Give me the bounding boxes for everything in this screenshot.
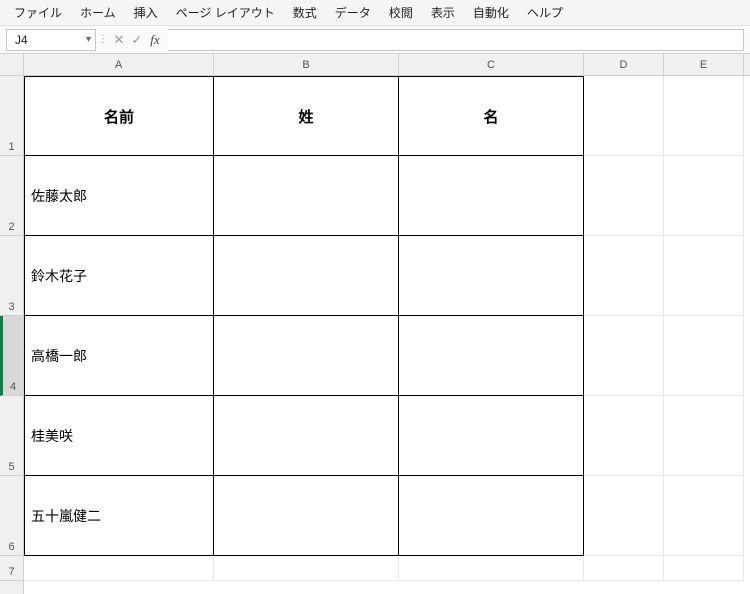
cell-c7[interactable] (399, 556, 584, 581)
cell-d2[interactable] (584, 156, 664, 236)
col-header-d[interactable]: D (584, 54, 664, 75)
cell-b1[interactable]: 姓 (214, 76, 399, 156)
select-all-corner[interactable] (0, 54, 23, 76)
menu-review[interactable]: 校閲 (381, 1, 421, 24)
grid[interactable]: 名前 姓 名 佐藤太郎 鈴木花子 (24, 76, 750, 581)
table-row: 桂美咲 (24, 396, 750, 476)
cell-e1[interactable] (664, 76, 744, 156)
row-header-2[interactable]: 2 (0, 156, 23, 236)
cell-e4[interactable] (664, 316, 744, 396)
menu-formulas[interactable]: 数式 (285, 1, 325, 24)
menu-home[interactable]: ホーム (72, 1, 124, 24)
cell-d7[interactable] (584, 556, 664, 581)
cell-a6[interactable]: 五十嵐健二 (24, 476, 214, 556)
cell-c5[interactable] (399, 396, 584, 476)
table-row (24, 556, 750, 581)
col-header-c[interactable]: C (399, 54, 584, 75)
cancel-icon[interactable]: ✕ (110, 29, 128, 51)
row-header-5[interactable]: 5 (0, 396, 23, 476)
menu-insert[interactable]: 挿入 (126, 1, 166, 24)
cell-a3[interactable]: 鈴木花子 (24, 236, 214, 316)
menu-page-layout[interactable]: ページ レイアウト (168, 1, 283, 24)
table-row: 名前 姓 名 (24, 76, 750, 156)
cell-c6[interactable] (399, 476, 584, 556)
column-headers: A B C D E (24, 54, 750, 76)
cell-b5[interactable] (214, 396, 399, 476)
cell-b2[interactable] (214, 156, 399, 236)
menu-view[interactable]: 表示 (423, 1, 463, 24)
menu-automate[interactable]: 自動化 (465, 1, 517, 24)
formula-bar: J4 ▾ ⋮ ✕ ✓ fx (0, 26, 750, 54)
name-box[interactable]: J4 ▾ (6, 29, 96, 51)
spreadsheet: 1 2 3 4 5 6 7 A B C D E 名前 姓 名 佐藤太郎 (0, 54, 750, 594)
cell-c2[interactable] (399, 156, 584, 236)
cell-reference: J4 (15, 33, 28, 47)
cell-b6[interactable] (214, 476, 399, 556)
col-header-b[interactable]: B (214, 54, 399, 75)
col-header-e[interactable]: E (664, 54, 744, 75)
cell-e3[interactable] (664, 236, 744, 316)
table-row: 五十嵐健二 (24, 476, 750, 556)
cell-a1[interactable]: 名前 (24, 76, 214, 156)
cell-b4[interactable] (214, 316, 399, 396)
cell-d6[interactable] (584, 476, 664, 556)
formula-input[interactable] (168, 29, 744, 51)
cell-b7[interactable] (214, 556, 399, 581)
cell-d1[interactable] (584, 76, 664, 156)
row-header-6[interactable]: 6 (0, 476, 23, 556)
cell-d4[interactable] (584, 316, 664, 396)
menu-bar: ファイル ホーム 挿入 ページ レイアウト 数式 データ 校閲 表示 自動化 ヘ… (0, 0, 750, 26)
row-header-4[interactable]: 4 (0, 316, 23, 396)
fx-icon[interactable]: fx (146, 29, 164, 51)
cell-e6[interactable] (664, 476, 744, 556)
chevron-down-icon[interactable]: ▾ (86, 34, 91, 45)
col-header-a[interactable]: A (24, 54, 214, 75)
cell-d5[interactable] (584, 396, 664, 476)
cell-e5[interactable] (664, 396, 744, 476)
menu-file[interactable]: ファイル (6, 1, 70, 24)
table-row: 高橋一郎 (24, 316, 750, 396)
row-header-3[interactable]: 3 (0, 236, 23, 316)
row-header-1[interactable]: 1 (0, 76, 23, 156)
cell-d3[interactable] (584, 236, 664, 316)
cell-a2[interactable]: 佐藤太郎 (24, 156, 214, 236)
cell-e7[interactable] (664, 556, 744, 581)
confirm-icon[interactable]: ✓ (128, 29, 146, 51)
row-header-7[interactable]: 7 (0, 556, 23, 581)
table-row: 佐藤太郎 (24, 156, 750, 236)
menu-help[interactable]: ヘルプ (519, 1, 571, 24)
table-row: 鈴木花子 (24, 236, 750, 316)
separator-icon: ⋮ (96, 34, 110, 45)
cell-b3[interactable] (214, 236, 399, 316)
cell-e2[interactable] (664, 156, 744, 236)
cell-a7[interactable] (24, 556, 214, 581)
cell-a4[interactable]: 高橋一郎 (24, 316, 214, 396)
menu-data[interactable]: データ (327, 1, 379, 24)
cell-a5[interactable]: 桂美咲 (24, 396, 214, 476)
cell-c3[interactable] (399, 236, 584, 316)
row-headers: 1 2 3 4 5 6 7 (0, 54, 24, 594)
cell-c4[interactable] (399, 316, 584, 396)
cell-c1[interactable]: 名 (399, 76, 584, 156)
